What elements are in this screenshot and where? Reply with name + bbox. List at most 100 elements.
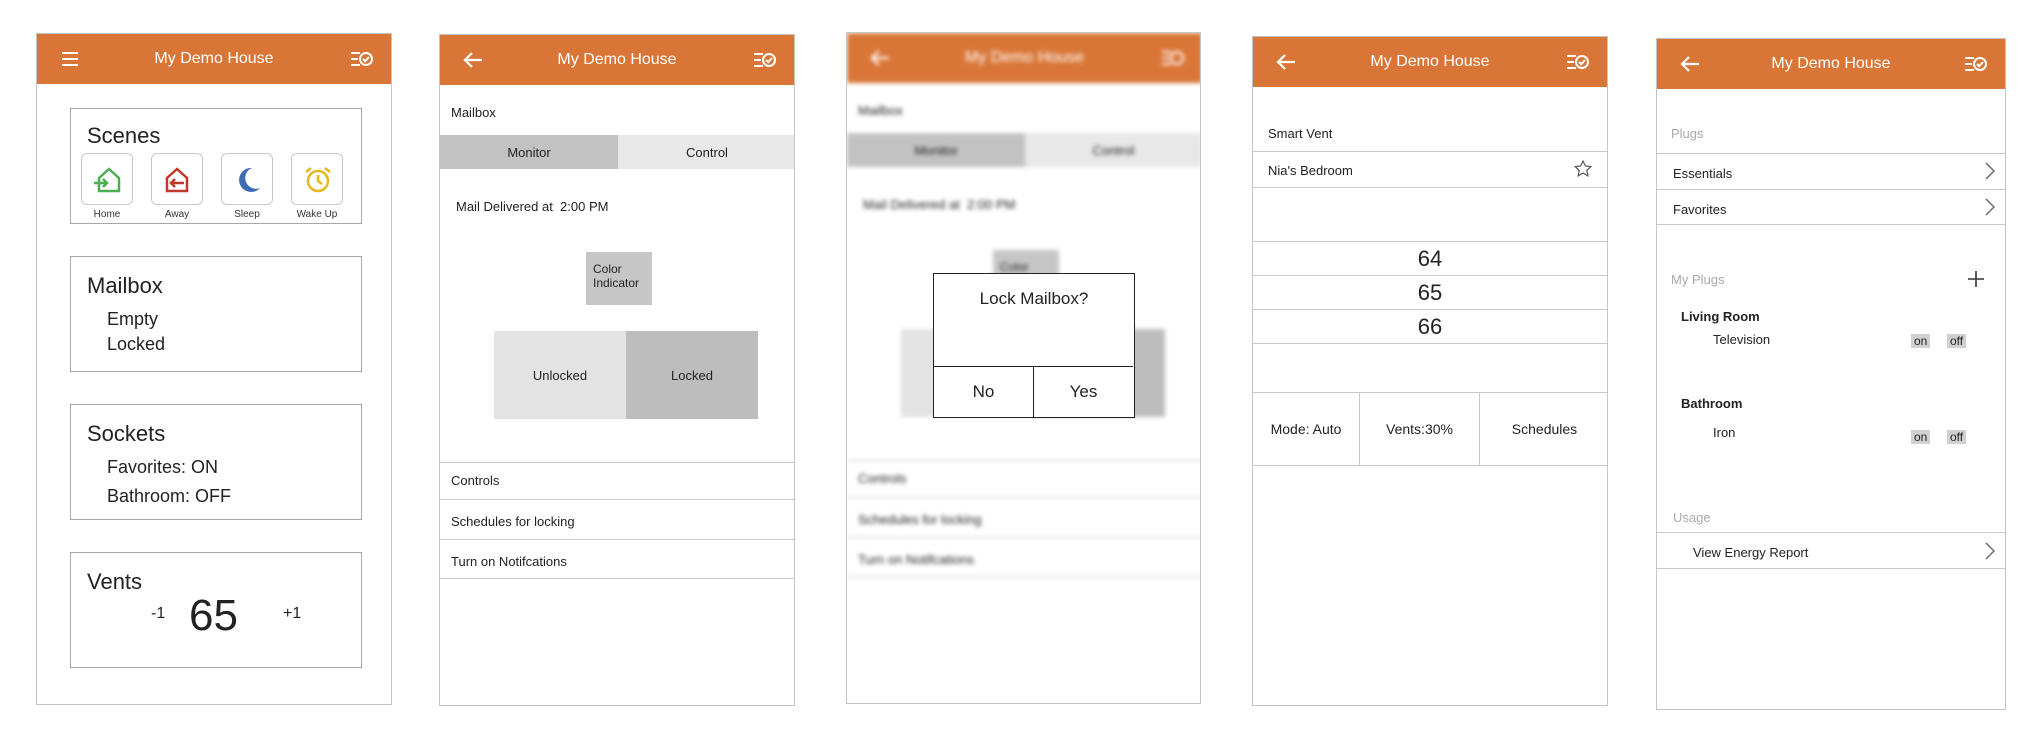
controls-label: Controls bbox=[858, 471, 907, 486]
checklist-icon[interactable] bbox=[349, 48, 373, 70]
iron-off-button[interactable]: off bbox=[1947, 430, 1967, 444]
scenes-card: Scenes Home Away Sleep Wake Up bbox=[70, 108, 362, 224]
locked-toggle[interactable]: Locked bbox=[626, 331, 758, 419]
vent-decrease-button[interactable]: -1 bbox=[151, 605, 165, 623]
dialog-title: Lock Mailbox? bbox=[979, 289, 1089, 308]
app-bar: My Demo House bbox=[440, 35, 794, 85]
scene-sleep-label: Sleep bbox=[234, 209, 260, 220]
dialog-yes-button[interactable]: Yes bbox=[1034, 366, 1133, 417]
favorites-label: Favorites bbox=[1673, 202, 1727, 217]
schedules-label: Schedules for locking bbox=[858, 512, 982, 527]
essentials-row[interactable]: Essentials bbox=[1657, 153, 2005, 189]
vents-card[interactable]: Vents -1 65 +1 bbox=[70, 552, 362, 668]
schedules-button[interactable]: Schedules bbox=[1480, 393, 1607, 465]
vents-percent-button[interactable]: Vents:30% bbox=[1360, 393, 1480, 465]
app-title: My Demo House bbox=[1771, 55, 1891, 72]
tab-monitor[interactable]: Monitor bbox=[440, 135, 618, 169]
room-name: Nia's Bedroom bbox=[1268, 163, 1353, 178]
sockets-card[interactable]: Sockets Favorites: ON Bathroom: OFF bbox=[70, 404, 362, 520]
schedules-row: Schedules for locking bbox=[847, 497, 1200, 537]
app-bar: My Demo House bbox=[37, 34, 391, 84]
hamburger-menu-icon[interactable] bbox=[59, 48, 81, 70]
back-arrow-icon[interactable] bbox=[1679, 53, 1701, 75]
mailbox-screen: My Demo House Mailbox Monitor Control Ma… bbox=[439, 34, 795, 706]
app-bar: My Demo House bbox=[1657, 39, 2005, 89]
home-screen: My Demo House Scenes Home Away Sleep Wak… bbox=[36, 33, 392, 705]
mail-delivered-text: Mail Delivered at 2:00 PM bbox=[456, 199, 609, 214]
my-plugs-header: My Plugs bbox=[1671, 272, 1725, 287]
plugs-screen: My Demo House Plugs Essentials Favorites… bbox=[1656, 38, 2006, 710]
sockets-title: Sockets bbox=[87, 421, 166, 446]
section-heading: Smart Vent bbox=[1268, 126, 1333, 141]
app-title: My Demo House bbox=[964, 49, 1085, 66]
vent-temperature-value: 65 bbox=[189, 591, 238, 640]
mailbox-status-locked: Locked bbox=[107, 334, 166, 354]
scene-home-button[interactable] bbox=[81, 153, 133, 205]
add-plug-icon[interactable] bbox=[1967, 270, 1985, 288]
living-room-label: Living Room bbox=[1681, 309, 1760, 324]
mailbox-status-empty: Empty bbox=[107, 309, 159, 329]
moon-icon bbox=[239, 167, 260, 192]
star-favorite-icon[interactable] bbox=[1573, 159, 1593, 179]
schedules-row[interactable]: Schedules for locking bbox=[440, 499, 794, 539]
essentials-label: Essentials bbox=[1673, 166, 1733, 181]
checklist-icon[interactable] bbox=[1963, 53, 1987, 75]
chevron-right-icon bbox=[1985, 162, 1995, 180]
app-title: My Demo House bbox=[154, 50, 274, 67]
chevron-right-icon bbox=[1985, 198, 1995, 216]
checklist-icon[interactable] bbox=[1565, 51, 1589, 73]
app-title: My Demo House bbox=[1370, 53, 1490, 70]
scene-away-label: Away bbox=[164, 209, 190, 220]
temp-option-64[interactable]: 64 bbox=[1253, 241, 1607, 275]
iron-label: Iron bbox=[1713, 425, 1736, 440]
notifications-row: Turn on Notifcations bbox=[847, 537, 1200, 577]
smart-vent-screen: My Demo House Smart Vent Nia's Bedroom 6… bbox=[1252, 36, 1608, 706]
home-arrive-icon bbox=[94, 167, 121, 193]
tab-control[interactable]: Control bbox=[618, 135, 794, 169]
sockets-bathroom-status: Bathroom: OFF bbox=[107, 486, 232, 506]
scene-away-button[interactable] bbox=[151, 153, 203, 205]
temp-option-66[interactable]: 66 bbox=[1253, 309, 1607, 344]
alarm-clock-icon bbox=[305, 167, 331, 193]
vents-title: Vents bbox=[87, 569, 143, 594]
app-bar: My Demo House bbox=[1253, 37, 1607, 87]
tab-control: Control bbox=[1025, 133, 1200, 167]
controls-row[interactable]: Controls bbox=[440, 462, 794, 499]
television-on-button[interactable]: on bbox=[1911, 334, 1931, 348]
favorites-row[interactable]: Favorites bbox=[1657, 189, 2005, 225]
temp-option-65[interactable]: 65 bbox=[1253, 275, 1607, 309]
scene-sleep-button[interactable] bbox=[221, 153, 273, 205]
scene-wakeup-label: Wake Up bbox=[296, 209, 338, 220]
mailbox-title: Mailbox bbox=[87, 273, 163, 298]
plugs-header: Plugs bbox=[1671, 126, 1704, 141]
mailbox-card[interactable]: Mailbox Empty Locked bbox=[70, 256, 362, 372]
color-indicator: Color Indicator bbox=[586, 252, 652, 305]
television-label: Television bbox=[1713, 332, 1771, 347]
schedules-label: Schedules for locking bbox=[451, 514, 575, 529]
checklist-icon[interactable] bbox=[752, 49, 776, 71]
notifications-row[interactable]: Turn on Notifcations bbox=[440, 539, 794, 579]
vent-increase-button[interactable]: +1 bbox=[283, 605, 301, 623]
section-heading: Mailbox bbox=[858, 103, 903, 118]
back-arrow-icon[interactable] bbox=[1275, 51, 1297, 73]
lock-mailbox-dialog: Lock Mailbox? No Yes bbox=[933, 273, 1135, 418]
notifications-label: Turn on Notifcations bbox=[858, 552, 974, 567]
mode-button[interactable]: Mode: Auto bbox=[1253, 393, 1360, 465]
scene-wakeup-button[interactable] bbox=[291, 153, 343, 205]
energy-report-row[interactable]: View Energy Report bbox=[1657, 532, 2005, 569]
unlocked-toggle[interactable]: Unlocked bbox=[494, 331, 626, 419]
bathroom-label: Bathroom bbox=[1681, 396, 1743, 411]
room-row[interactable]: Nia's Bedroom bbox=[1253, 151, 1607, 188]
mailbox-dialog-screen: My Demo House Mailbox Monitor Control Ma… bbox=[846, 32, 1201, 704]
tab-monitor: Monitor bbox=[847, 133, 1025, 167]
television-off-button[interactable]: off bbox=[1947, 334, 1967, 348]
home-leave-icon bbox=[165, 167, 189, 193]
controls-row: Controls bbox=[847, 460, 1200, 497]
scene-home-label: Home bbox=[93, 209, 121, 220]
app-bar: My Demo House bbox=[847, 33, 1200, 83]
chevron-right-icon bbox=[1985, 542, 1995, 560]
iron-on-button[interactable]: on bbox=[1911, 430, 1931, 444]
dialog-no-button[interactable]: No bbox=[934, 366, 1034, 417]
back-arrow-icon[interactable] bbox=[462, 49, 484, 71]
back-arrow-icon bbox=[870, 50, 889, 66]
